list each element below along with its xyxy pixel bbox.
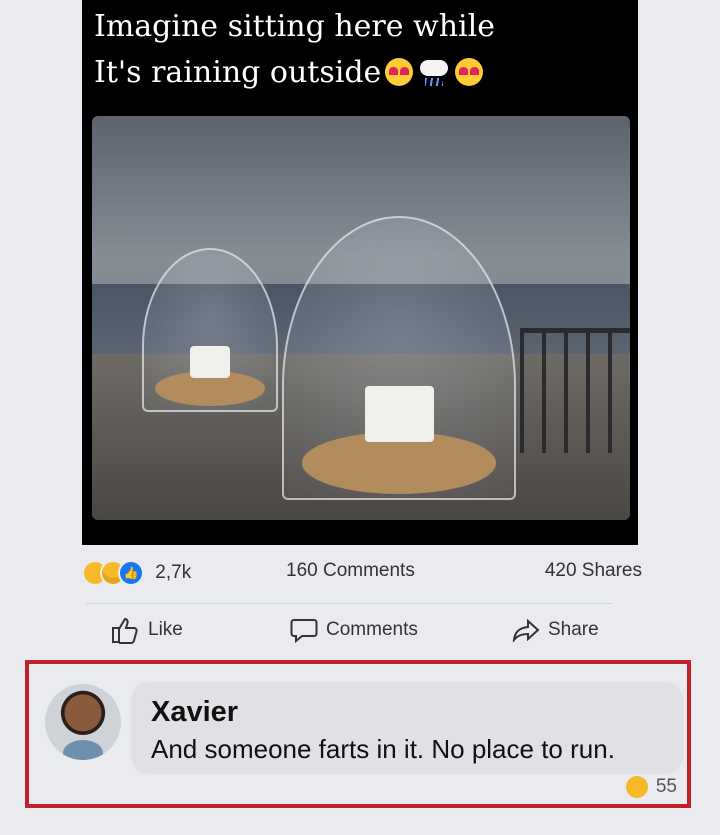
caption-line-1: Imagine sitting here while xyxy=(94,9,496,44)
comment-button[interactable]: Comments xyxy=(290,612,418,648)
share-arrow-icon xyxy=(512,618,540,642)
share-button[interactable]: Share xyxy=(512,612,599,648)
comment-bubble-icon xyxy=(290,619,318,643)
post-photo[interactable] xyxy=(92,116,630,520)
photo-railing xyxy=(520,328,630,453)
photo-dome-small xyxy=(142,248,278,412)
photo-dome-large xyxy=(282,216,516,500)
thumbs-up-icon xyxy=(112,617,138,644)
reaction-summary[interactable]: 👍 2,7k xyxy=(82,560,192,586)
comment-author[interactable]: Xavier xyxy=(151,696,238,729)
post-caption: Imagine sitting here while It's raining … xyxy=(94,4,634,96)
comment-bubble: Xavier And someone farts in it. No place… xyxy=(131,682,683,774)
highlighted-comment: Xavier And someone farts in it. No place… xyxy=(25,660,691,808)
comment-reaction-summary[interactable]: 55 xyxy=(625,772,677,802)
like-label: Like xyxy=(148,619,183,640)
rain-cloud-emoji-icon xyxy=(417,58,451,86)
like-reaction-icon: 👍 xyxy=(118,560,144,586)
caption-line-2-text: It's raining outside xyxy=(94,55,382,90)
heart-eyes-emoji-icon xyxy=(385,58,414,86)
heart-eyes-emoji-icon xyxy=(455,58,484,86)
haha-reaction-icon xyxy=(625,776,648,798)
share-label: Share xyxy=(548,619,599,640)
comment-label: Comments xyxy=(326,619,418,640)
shares-count[interactable]: 420 Shares xyxy=(545,560,642,582)
like-button[interactable]: Like xyxy=(110,612,183,648)
avatar[interactable] xyxy=(45,684,121,760)
reaction-count: 2,7k xyxy=(155,562,192,583)
engagement-row: 👍 2,7k 160 Comments 420 Shares xyxy=(82,556,642,586)
comments-count[interactable]: 160 Comments xyxy=(286,560,415,582)
caption-line-2: It's raining outside xyxy=(94,50,634,96)
action-divider xyxy=(86,603,612,604)
comment-reaction-count: 55 xyxy=(655,776,677,797)
comment-text: And someone farts in it. No place to run… xyxy=(151,734,615,764)
post-image-card: Imagine sitting here while It's raining … xyxy=(82,0,638,545)
